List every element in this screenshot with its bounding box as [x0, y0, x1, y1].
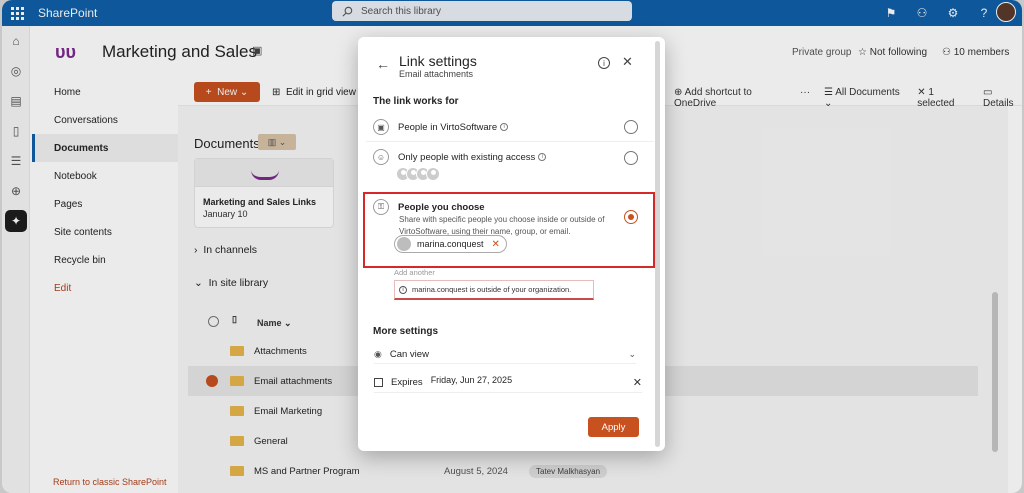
apply-button[interactable]: Apply [588, 417, 639, 437]
works-for-heading: The link works for [373, 96, 459, 107]
link-settings-dialog: ← Link settings Email attachments i ✕ Th… [358, 37, 665, 451]
chevron-down-icon: ⌄ [628, 349, 636, 359]
avatar [426, 167, 440, 181]
info-icon[interactable]: i [538, 153, 547, 162]
more-settings-heading: More settings [373, 326, 439, 337]
option-existing-label: Only people with existing access [398, 152, 536, 163]
expires-date[interactable]: Friday, Jun 27, 2025 [431, 375, 512, 385]
radio-existing-access[interactable] [624, 151, 638, 165]
radio-organization[interactable] [624, 120, 638, 134]
permission-dropdown[interactable]: ◉ Can view ⌄ [374, 346, 636, 364]
dialog-scrollbar[interactable] [655, 41, 660, 447]
expires-label: Expires [391, 377, 423, 388]
close-icon[interactable]: ✕ [622, 54, 633, 70]
people-lock-icon: ⚿ [373, 199, 389, 215]
option-organization[interactable]: ▣ People in VirtoSoftware i [366, 117, 654, 137]
existing-members-avatars [396, 167, 440, 181]
avatar [397, 237, 411, 251]
eye-icon: ◉ [374, 349, 382, 359]
calendar-icon [374, 378, 383, 387]
organization-icon: ▣ [373, 119, 389, 135]
external-warning: i marina.conquest is outside of your org… [394, 280, 594, 300]
person-icon: ☺ [373, 149, 389, 165]
option-choose-label: People you choose [398, 202, 485, 213]
warning-text: marina.conquest is outside of your organ… [412, 285, 572, 294]
info-icon: i [399, 285, 407, 294]
add-another-input[interactable]: Add another [394, 268, 435, 277]
option-organization-label: People in VirtoSoftware [398, 122, 498, 133]
info-icon[interactable]: i [598, 57, 610, 69]
recipient-chip[interactable]: marina.conquest ✕ [394, 235, 507, 253]
remove-recipient-icon[interactable]: ✕ [492, 239, 500, 250]
recipient-name: marina.conquest [417, 239, 484, 249]
expiration-field[interactable]: Expires Friday, Jun 27, 2025 ✕ [374, 373, 642, 393]
radio-people-you-choose[interactable] [624, 210, 638, 224]
option-label: Only people with existing access i [398, 152, 547, 163]
divider [366, 141, 654, 142]
back-arrow-icon[interactable]: ← [376, 56, 390, 72]
permission-value: Can view [389, 349, 429, 360]
dialog-subtitle: Email attachments [399, 69, 474, 79]
dialog-title: Link settings [399, 53, 477, 69]
clear-date-icon[interactable]: ✕ [633, 376, 642, 389]
info-icon[interactable]: i [500, 123, 509, 132]
option-label: People in VirtoSoftware i [398, 122, 509, 133]
